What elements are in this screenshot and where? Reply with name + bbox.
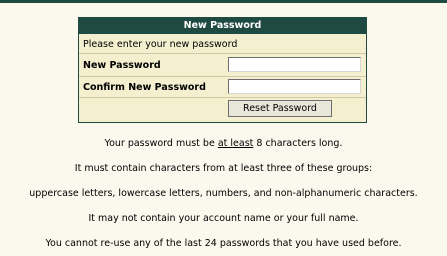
panel-title: New Password [79,18,366,34]
confirm-password-field[interactable] [228,79,361,94]
new-password-field[interactable] [228,57,361,72]
rule-no-name: It may not contain your account name or … [88,213,359,224]
rule-length-emphasis: at least [217,138,254,149]
row-divider [79,97,366,98]
row-divider [79,53,366,54]
reset-password-button[interactable]: Reset Password [228,100,332,117]
top-divider [0,0,447,3]
new-password-label: New Password [83,60,161,71]
rule-groups-list: uppercase letters, lowercase letters, nu… [29,188,418,199]
panel-prompt: Please enter your new password [83,39,238,50]
rule-no-reuse: You cannot re-use any of the last 24 pas… [45,238,402,249]
confirm-password-label: Confirm New Password [83,82,206,93]
rule-length: Your password must be at least 8 charact… [0,138,447,150]
rule-groups-intro: It must contain characters from at least… [74,163,373,174]
rule-length-prefix: Your password must be [104,138,218,149]
new-password-panel: New Password Please enter your new passw… [78,17,367,123]
rule-length-suffix: 8 characters long. [253,138,343,149]
row-divider [79,76,366,77]
